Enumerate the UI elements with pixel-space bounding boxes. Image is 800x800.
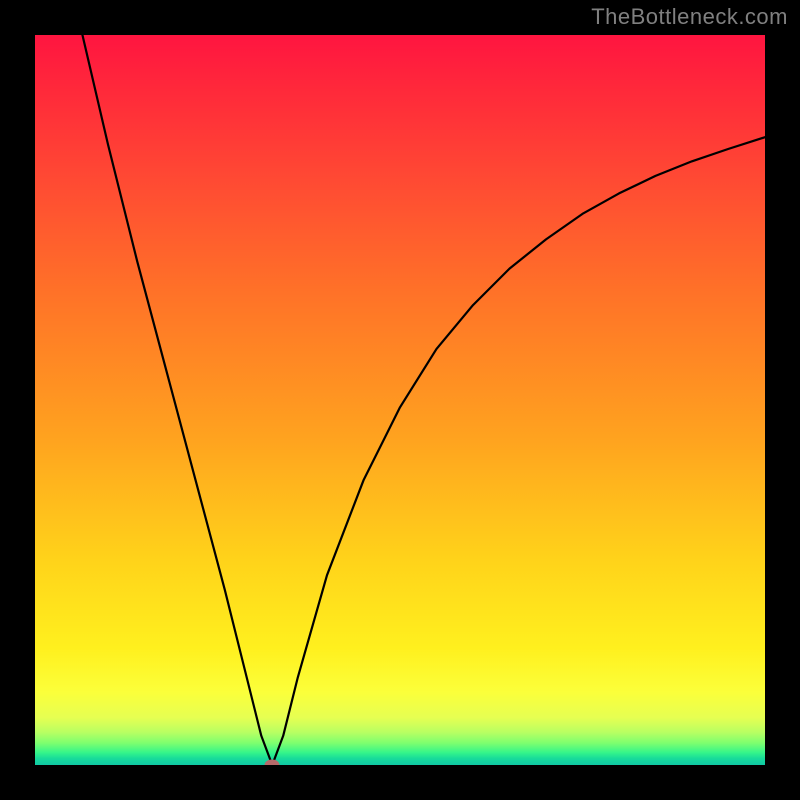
plot-area [35,35,765,765]
bottleneck-curve [35,35,765,765]
chart-container: TheBottleneck.com [0,0,800,800]
watermark-text: TheBottleneck.com [591,4,788,30]
minimum-point-marker [265,760,280,766]
